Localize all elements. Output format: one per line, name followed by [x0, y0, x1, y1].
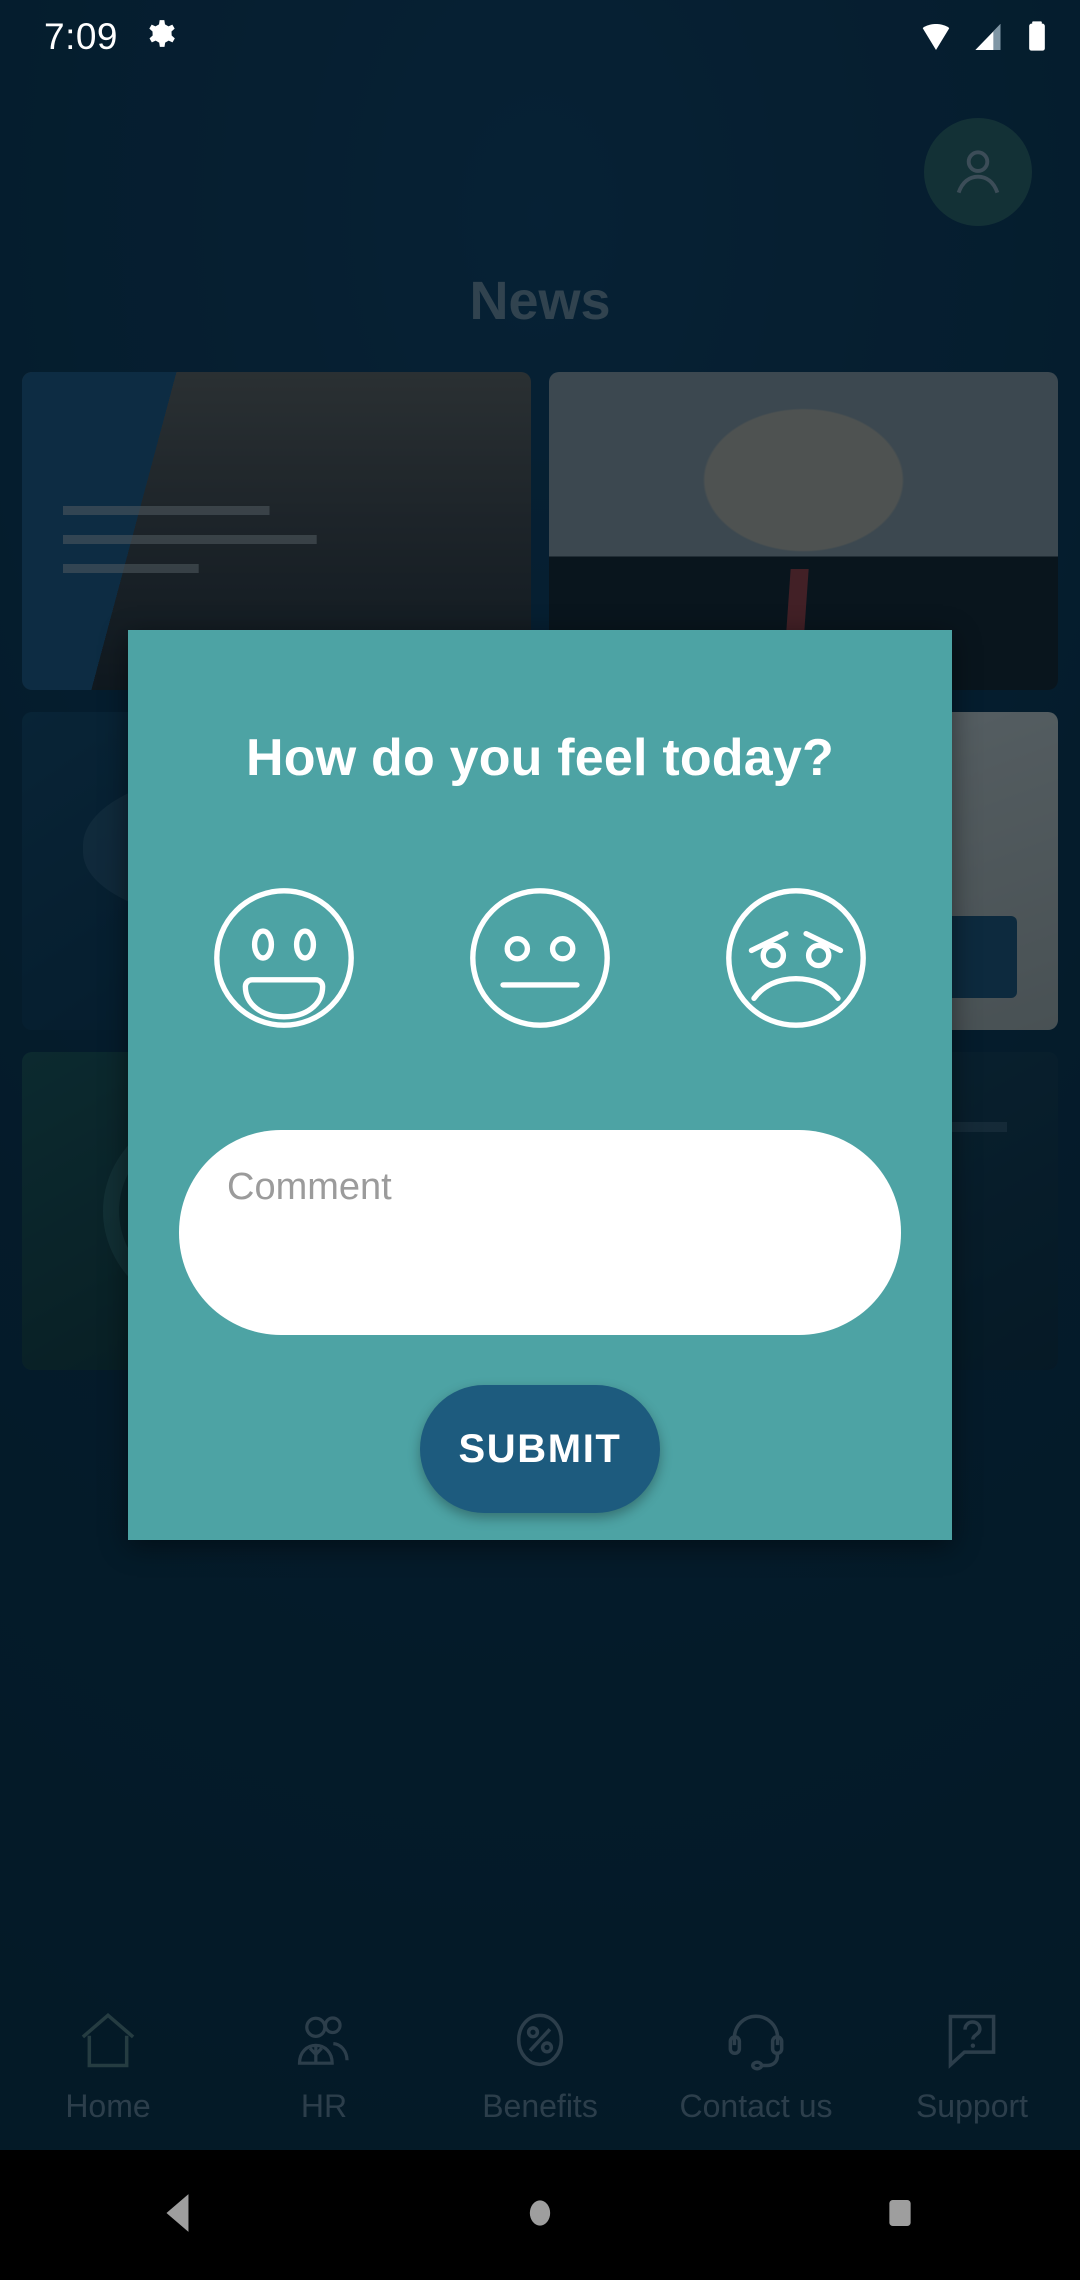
- cellular-signal-icon: [975, 24, 1001, 50]
- back-triangle-icon: [166, 2193, 189, 2232]
- mood-feedback-dialog: How do you feel today? Comment SUBMIT: [128, 630, 952, 1540]
- wifi-icon: [922, 24, 950, 50]
- status-bar: 7:09: [0, 0, 1080, 74]
- mood-options: [128, 874, 952, 1042]
- dialog-title: How do you feel today?: [246, 729, 834, 787]
- battery-icon: [1029, 21, 1045, 51]
- comment-input[interactable]: [227, 1166, 853, 1299]
- sad-face-icon[interactable]: [712, 874, 880, 1042]
- system-back-button[interactable]: [151, 2184, 209, 2247]
- recents-square-icon: [889, 2199, 911, 2226]
- submit-button[interactable]: SUBMIT: [420, 1385, 660, 1513]
- home-circle-icon: [529, 2199, 551, 2226]
- status-icons: [916, 17, 1054, 57]
- happy-face-icon[interactable]: [200, 874, 368, 1042]
- system-navigation-bar: [0, 2150, 1080, 2280]
- phone-screen: News RAYA حوار ا HA Happy Eid age RCC 0: [0, 0, 1080, 2280]
- system-recents-button[interactable]: [871, 2184, 929, 2247]
- gear-icon: [142, 17, 182, 57]
- comment-field-wrapper[interactable]: [179, 1130, 901, 1335]
- status-clock: 7:09: [44, 16, 119, 57]
- neutral-face-icon[interactable]: [456, 874, 624, 1042]
- system-home-button[interactable]: [511, 2184, 569, 2247]
